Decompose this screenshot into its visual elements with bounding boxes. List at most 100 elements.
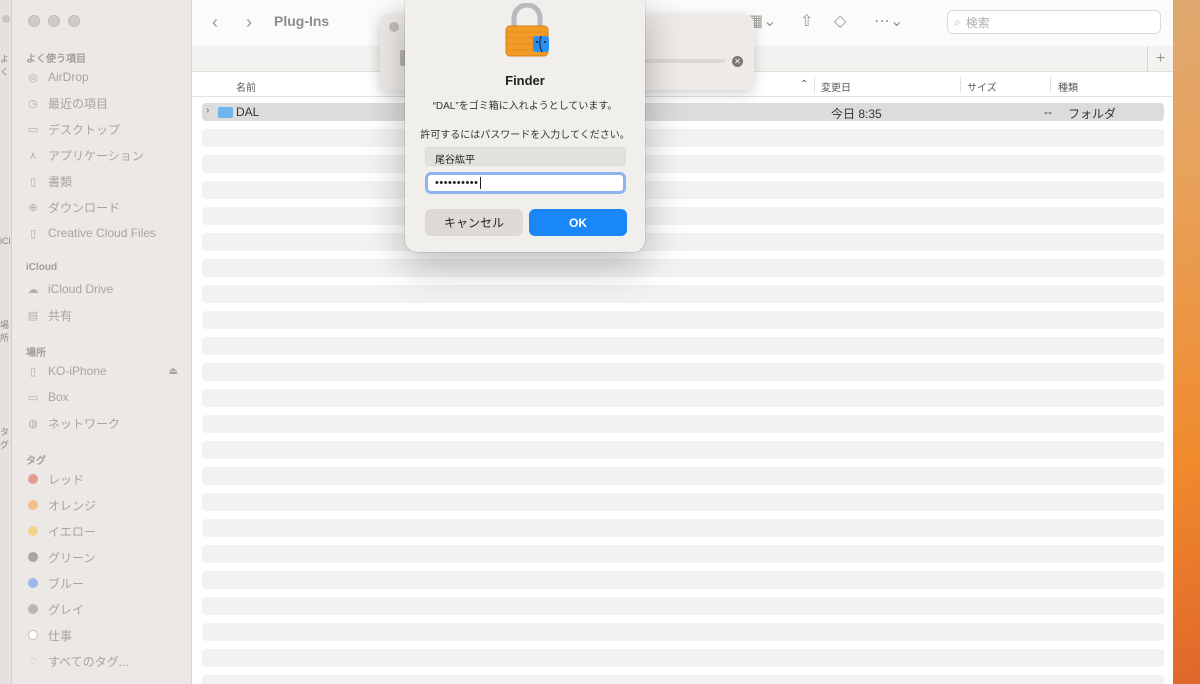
empty-row <box>202 337 1164 355</box>
empty-row <box>202 285 1164 303</box>
sidebar-item-label: グレイ <box>48 602 85 617</box>
close-window-button[interactable] <box>28 15 40 27</box>
stop-icon[interactable]: ✕ <box>732 56 743 67</box>
file-list: › DAL 今日 8:35 -- フォルダ <box>202 103 1164 684</box>
column-name[interactable]: 名前 <box>236 79 256 94</box>
sidebar-section-locations: 場所 <box>26 348 46 359</box>
empty-row <box>202 311 1164 329</box>
password-field[interactable]: •••••••••• <box>425 172 626 194</box>
disclosure-chevron-icon[interactable]: › <box>206 105 209 116</box>
empty-row <box>202 545 1164 563</box>
cancel-button[interactable]: キャンセル <box>425 209 523 236</box>
progress-close-button[interactable] <box>389 22 399 32</box>
shared-folder-icon: ▤ <box>27 309 39 322</box>
sidebar-item-recents[interactable]: ◷ 最近の項目 <box>26 92 186 114</box>
sidebar-item-desktop[interactable]: ▭ デスクトップ <box>26 118 186 140</box>
sidebar-item-airdrop[interactable]: ◎ AirDrop <box>26 66 186 88</box>
tag-color-dot <box>28 630 38 640</box>
sidebar-item-all-tags[interactable]: ◌ すべてのタグ... <box>26 650 186 672</box>
sidebar-item-tag-yellow[interactable]: イエロー <box>26 520 186 542</box>
file-icon: ▯ <box>29 227 37 240</box>
table-row[interactable]: › DAL 今日 8:35 -- フォルダ <box>202 103 1164 121</box>
empty-row <box>202 519 1164 537</box>
file-modified: 今日 8:35 <box>831 107 882 121</box>
tag-icon[interactable]: ◇ <box>834 11 846 31</box>
column-modified[interactable]: 変更日 <box>821 79 851 94</box>
sidebar-item-label: ネットワーク <box>48 416 121 431</box>
sidebar-item-label: KO-iPhone <box>48 364 107 378</box>
sidebar-item-creative-cloud[interactable]: ▯ Creative Cloud Files <box>26 222 186 244</box>
background-window-fragment: 場所 <box>0 320 10 343</box>
authentication-dialog: Finder “DAL”をゴミ箱に入れようとしています。 許可するにはパスワード… <box>405 0 645 252</box>
empty-row <box>202 129 1164 147</box>
column-size[interactable]: サイズ <box>967 79 997 94</box>
ok-button[interactable]: OK <box>529 209 627 236</box>
empty-row <box>202 493 1164 511</box>
sidebar-item-label: グリーン <box>48 550 96 565</box>
more-actions-icon[interactable]: ⋯⌄ <box>874 11 903 31</box>
empty-row <box>202 467 1164 485</box>
zoom-window-button[interactable] <box>68 15 80 27</box>
sidebar-item-ko-iphone[interactable]: ▯ KO-iPhone ⏏ <box>26 360 186 382</box>
sidebar-item-label: 仕事 <box>48 628 73 643</box>
search-icon: ⌕ <box>954 14 961 29</box>
sidebar-item-label: AirDrop <box>48 70 89 84</box>
new-tab-button[interactable]: + <box>1147 46 1173 72</box>
sidebar-item-tag-orange[interactable]: オレンジ <box>26 494 186 516</box>
empty-row <box>202 389 1164 407</box>
sidebar-item-documents[interactable]: ▯ 書類 <box>26 170 186 192</box>
empty-row <box>202 571 1164 589</box>
sidebar-item-label: 書類 <box>48 174 73 189</box>
window-controls <box>28 15 80 27</box>
empty-row <box>202 233 1164 251</box>
sidebar-item-applications[interactable]: ⋏ アプリケーション <box>26 144 186 166</box>
tag-color-dot <box>28 604 38 614</box>
sidebar-item-shared[interactable]: ▤ 共有 <box>26 304 186 326</box>
tag-color-dot <box>28 500 38 510</box>
sidebar-section-icloud: iCloud <box>26 262 58 273</box>
background-window-fragment: iCl <box>0 236 11 246</box>
lock-icon <box>505 3 549 57</box>
sidebar-item-tag-blue[interactable]: ブルー <box>26 572 186 594</box>
sidebar-item-label: イエロー <box>48 524 96 539</box>
sidebar-item-box[interactable]: ▭ Box <box>26 386 186 408</box>
empty-row <box>202 259 1164 277</box>
tag-color-dot <box>28 474 38 484</box>
sidebar-item-label: オレンジ <box>48 498 97 513</box>
empty-row <box>202 675 1164 684</box>
sidebar: よく使う項目 ◎ AirDrop ◷ 最近の項目 ▭ デスクトップ ⋏ アプリケーション… <box>12 0 192 684</box>
sidebar-item-tag-red[interactable]: レッド <box>26 468 186 490</box>
column-kind[interactable]: 種類 <box>1058 79 1078 94</box>
sidebar-item-tag-green[interactable]: グリーン <box>26 546 186 568</box>
sidebar-item-label: アプリケーション <box>48 148 144 163</box>
tag-color-dot <box>28 552 38 562</box>
all-tags-icon: ◌ <box>29 655 37 667</box>
sidebar-item-downloads[interactable]: ⊕ ダウンロード <box>26 196 186 218</box>
sidebar-item-label: Creative Cloud Files <box>48 226 157 240</box>
apps-icon: ⋏ <box>28 149 38 162</box>
empty-row <box>202 415 1164 433</box>
airdrop-icon: ◎ <box>28 71 38 84</box>
window-title: Plug-Ins <box>274 13 330 29</box>
empty-row <box>202 623 1164 641</box>
forward-button[interactable]: › <box>246 12 252 33</box>
sidebar-item-tag-work[interactable]: 仕事 <box>26 624 186 646</box>
background-window-close <box>2 15 10 23</box>
share-icon[interactable]: ⇧ <box>800 11 813 31</box>
tag-color-dot <box>28 578 38 588</box>
sidebar-item-label: レッド <box>48 472 85 487</box>
username-field[interactable]: 尾谷紘平 <box>425 147 626 166</box>
sidebar-item-tag-gray[interactable]: グレイ <box>26 598 186 620</box>
back-button[interactable]: ‹ <box>212 12 218 33</box>
progress-bar <box>645 59 725 63</box>
sidebar-item-label: デスクトップ <box>48 122 121 137</box>
sidebar-item-network[interactable]: ◍ ネットワーク <box>26 412 186 434</box>
document-icon: ▯ <box>29 175 37 188</box>
minimize-window-button[interactable] <box>48 15 60 27</box>
sidebar-item-icloud-drive[interactable]: ☁ iCloud Drive <box>26 278 186 300</box>
search-field[interactable]: ⌕ 検索 <box>947 10 1161 34</box>
eject-icon[interactable]: ⏏ <box>169 366 178 377</box>
iphone-icon: ▯ <box>29 365 37 378</box>
sidebar-item-label: iCloud Drive <box>48 282 114 296</box>
background-window-fragment: タグ <box>0 427 10 450</box>
